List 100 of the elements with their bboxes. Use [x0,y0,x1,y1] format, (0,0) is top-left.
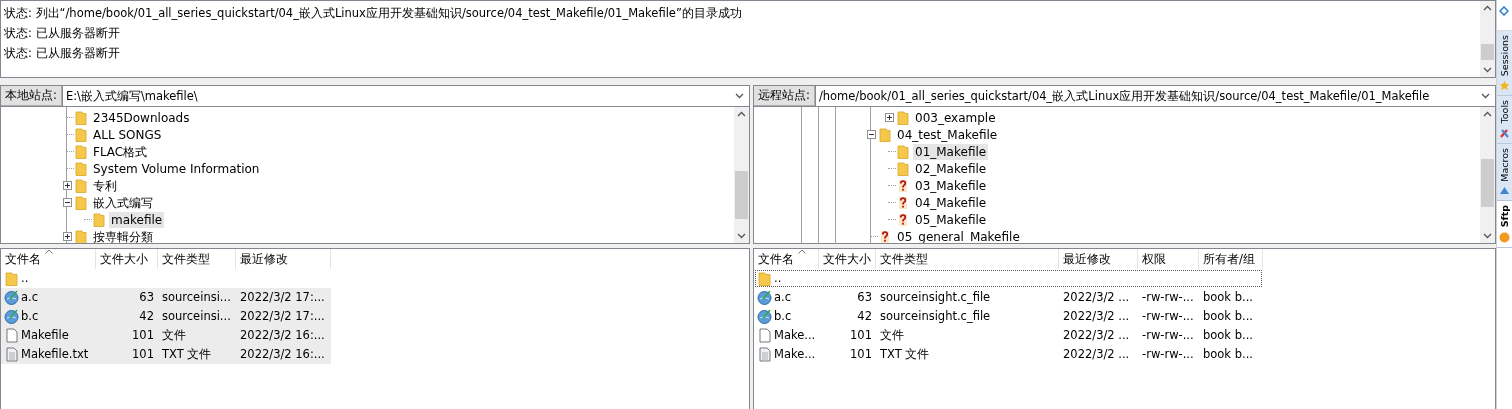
folder-icon [75,178,87,193]
expand-icon[interactable] [62,232,72,241]
folder-icon [897,161,909,176]
sidebar-tab[interactable]: Macros [1497,143,1512,202]
table-cell: sourceinsi... [158,288,236,307]
scrollbar-thumb[interactable] [735,171,748,219]
table-cell-text: 2022/3/2 ... [1062,327,1131,344]
table-cell-text: 2022/3/2 ... [1062,289,1131,306]
site-label[interactable]: 本地站点: [1,86,62,106]
dropdown-caret-icon [735,93,744,99]
table-cell: 63 [96,288,158,307]
table-cell-text: -rw-rw-... [1141,327,1195,344]
tree-item[interactable]: 03_Makefile [913,177,989,194]
file-name-cell[interactable]: b.c [1,307,96,326]
folder-icon [75,110,87,125]
dropdown-caret-icon [1481,93,1490,99]
table-cell-text: 2022/3/2 ... [1062,308,1131,325]
scrollbar-thumb[interactable] [1481,44,1494,60]
file-name-cell[interactable]: b.c [754,307,819,326]
table-cell: 文件 [158,326,236,345]
scrollbar-thumb[interactable] [1481,159,1494,207]
folder-icon [75,161,87,176]
tree-item[interactable]: ALL SONGS [91,126,164,143]
document-icon [4,328,19,343]
tree-item[interactable]: 按専輯分類 [91,228,155,243]
table-cell: 2022/3/2 17:... [236,288,331,307]
tree-item[interactable]: 02_Makefile [913,160,989,177]
table-cell: 2022/3/2 16:... [236,345,331,364]
table-cell-text: -rw-rw-... [1141,308,1195,325]
table-cell-text: 101 [849,327,873,344]
question-mark-icon [897,212,909,227]
folder-icon [879,127,891,142]
folder-icon [4,271,19,286]
tree-item[interactable]: 04_test_Makefile [895,126,1000,143]
table-cell: 101 [96,345,158,364]
table-cell-text: -rw-rw-... [1141,289,1195,306]
question-mark-icon [897,195,909,210]
file-name-cell[interactable]: a.c [1,288,96,307]
tree-item[interactable]: 003_example [913,109,998,126]
tree-item[interactable]: 嵌入式编写 [91,194,155,211]
file-name-cell[interactable]: Make... [754,326,819,345]
site-label[interactable]: 远程站点: [754,86,815,106]
sidebar-tab[interactable]: Sessions [1497,31,1512,97]
text-document-icon [757,347,772,362]
scroll-down-icon [737,233,746,239]
folder-icon [75,144,87,159]
table-cell-text: book b... [1202,289,1254,306]
file-name-cell[interactable]: .. [754,269,1263,288]
folder-icon [75,229,87,243]
table-cell-text: sourceinsight.c_file [879,308,992,325]
collapse-icon[interactable] [866,130,876,139]
tree-item[interactable]: 05_general_Makefile [895,228,1022,243]
question-mark-icon [897,178,909,193]
star-icon [1499,80,1510,92]
table-cell: sourceinsi... [158,307,236,326]
folder-icon [897,144,909,159]
question-mark-icon [879,229,891,243]
globe-file-icon [4,309,19,324]
table-cell: 42 [96,307,158,326]
folder-icon [75,195,87,210]
tree-item[interactable]: FLAC格式 [91,143,150,160]
scroll-up-icon [737,111,746,117]
table-cell-text: -rw-rw-... [1141,346,1195,363]
tree-item[interactable]: 05_Makefile [913,211,989,228]
file-name-cell[interactable]: Makefile.txt [1,345,96,364]
globe-file-icon [4,290,19,305]
globe-file-icon [757,309,772,324]
file-name-cell[interactable]: a.c [754,288,819,307]
table-cell-text: book b... [1202,346,1254,363]
table-cell: TXT 文件 [158,345,236,364]
tree-item[interactable]: 01_Makefile [913,143,989,160]
table-cell: 2022/3/2 17:... [236,307,331,326]
expand-icon[interactable] [884,113,894,122]
sidebar-tab[interactable]: Tools [1497,96,1512,144]
tools-icon [1499,127,1510,139]
table-cell-text: sourceinsight.c_file [879,289,992,306]
expand-icon[interactable] [62,181,72,190]
tree-item[interactable]: 04_Makefile [913,194,989,211]
table-cell: 2022/3/2 16:... [236,326,331,345]
tree-item[interactable]: 2345Downloads [91,109,192,126]
table-cell-text: 2022/3/2 ... [1062,346,1131,363]
folder-icon [757,271,772,286]
file-name-cell[interactable]: .. [1,269,331,288]
scroll-up-icon [1483,111,1492,117]
scroll-down-icon [1483,233,1492,239]
file-name-cell[interactable]: Makefile [1,326,96,345]
table-cell: 101 [96,326,158,345]
log-message: 状态: 列出“/home/book/01_all_series_quickstart/04_嵌入式Linux应用开发基础知识/source/04_test_Makefile/01_Makefile”的目录成功 [4,5,743,22]
diamond-icon [1499,6,1509,16]
table-cell-text: book b... [1202,308,1254,325]
collapse-icon[interactable] [62,198,72,207]
tree-item[interactable]: makefile [109,211,165,228]
tree-item[interactable]: System Volume Information [91,160,262,177]
scroll-up-icon [1483,5,1492,11]
table-cell-text: 42 [856,308,873,325]
file-name-cell[interactable]: Make... [754,345,819,364]
table-cell-text: 101 [849,346,873,363]
log-message: 状态: 已从服务器断开 [4,45,121,62]
tree-item[interactable]: 专利 [91,177,119,194]
globe-file-icon [757,290,772,305]
